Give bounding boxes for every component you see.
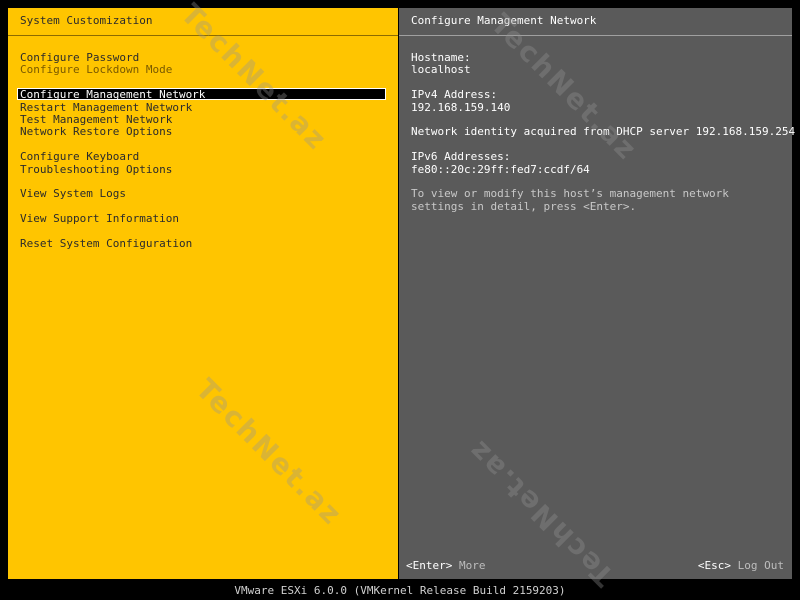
management-network-header: Configure Management Network	[399, 8, 792, 36]
detail-hint: To view or modify this host’s management…	[411, 187, 729, 213]
customization-menu: Configure Password Configure Lockdown Mod…	[8, 51, 398, 250]
enter-key-label: <Enter>	[406, 558, 453, 572]
menu-item-view-system-logs[interactable]: View System Logs	[8, 188, 398, 200]
hint-block: To view or modify this host’s management…	[411, 188, 784, 213]
more-action-label: More	[458, 558, 486, 572]
dhcp-note: Network identity acquired from DHCP serv…	[411, 125, 796, 139]
ipv4-value: 192.168.159.140	[411, 100, 511, 114]
ipv4-block: IPv4 Address: 192.168.159.140	[411, 88, 784, 114]
menu-item-label: Configure Keyboard	[20, 150, 140, 164]
system-customization-pane: System Customization Configure Password C…	[8, 8, 398, 579]
ipv6-value: fe80::20c:29ff:fed7:ccdf/64	[411, 162, 590, 176]
menu-item-label: Reset System Configuration	[20, 236, 193, 250]
system-customization-header: System Customization	[8, 8, 398, 36]
menu-item-view-support-information[interactable]: View Support Information	[8, 212, 398, 226]
network-details: Hostname: localhost IPv4 Address: 192.16…	[411, 51, 796, 226]
hostname-block: Hostname: localhost	[411, 51, 784, 77]
menu-item-label: Restart Management Network	[20, 100, 193, 114]
management-network-pane: Configure Management Network Hostname: l…	[399, 8, 796, 579]
ipv4-label: IPv4 Address:	[411, 88, 498, 102]
menu-item-label: View Support Information	[20, 212, 179, 226]
ipv6-label: IPv6 Addresses:	[411, 150, 511, 164]
ipv6-block: IPv6 Addresses: fe80::20c:29ff:fed7:ccdf…	[411, 150, 784, 176]
menu-item-label: Configure Lockdown Mode	[20, 63, 173, 77]
dhcp-block: Network identity acquired from DHCP serv…	[411, 125, 796, 139]
menu-item-network-restore-options[interactable]: Network Restore Options	[8, 126, 398, 138]
version-statusbar: VMware ESXi 6.0.0 (VMKernel Release Buil…	[234, 584, 566, 597]
menu-item-label: Network Restore Options	[20, 125, 173, 139]
logout-action-label: Log Out	[737, 558, 784, 572]
menu-item-reset-system-configuration[interactable]: Reset System Configuration	[8, 236, 398, 250]
management-network-title: Configure Management Network	[411, 14, 597, 27]
menu-item-configure-keyboard[interactable]: Configure Keyboard	[8, 150, 398, 164]
menu-item-troubleshooting-options[interactable]: Troubleshooting Options	[8, 162, 398, 176]
menu-item-label: Configure Management Network	[20, 88, 206, 102]
menu-item-label: View System Logs	[20, 187, 126, 201]
menu-item-label: Troubleshooting Options	[20, 162, 173, 176]
esc-key-label: <Esc>	[697, 558, 732, 572]
menu-item-configure-lockdown-mode: Configure Lockdown Mode	[8, 64, 398, 76]
menu-item-label: Test Management Network	[20, 112, 173, 126]
enter-more-action[interactable]: <Enter> More	[406, 558, 486, 572]
hostname-value: localhost	[411, 63, 471, 77]
menu-item-configure-management-network[interactable]: Configure Management Network	[8, 88, 398, 102]
system-customization-title: System Customization	[20, 14, 153, 27]
esc-logout-action[interactable]: <Esc> Log Out	[697, 558, 784, 572]
